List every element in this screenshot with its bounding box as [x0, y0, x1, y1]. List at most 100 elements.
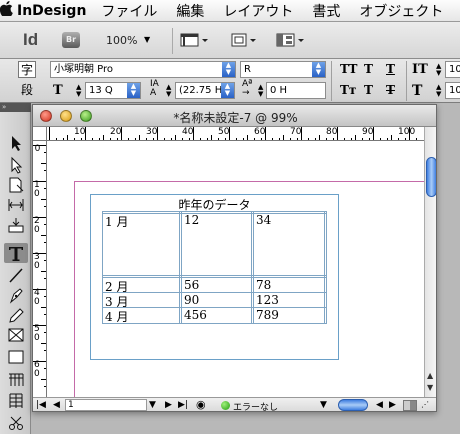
tracking-icon: Aª → — [242, 79, 253, 98]
tracking-field[interactable]: 0 H — [266, 82, 326, 99]
ruler-label: 20 — [110, 127, 122, 137]
menu-object[interactable]: オブジェクト — [359, 1, 443, 21]
page-tool[interactable] — [4, 175, 28, 195]
page-number-value: 1 — [68, 400, 74, 410]
table-cell[interactable]: 123 — [256, 293, 279, 307]
previous-page-icon[interactable]: ◀ — [53, 400, 60, 410]
vertical-scrollbar[interactable]: ▲ ▼ — [424, 127, 436, 397]
font-size-dropdown-icon[interactable]: ▲ ▼ — [127, 83, 140, 98]
open-document-icon[interactable]: ◉ — [196, 398, 206, 411]
menu-layout[interactable]: レイアウト — [223, 1, 293, 21]
bridge-button[interactable]: Br — [62, 32, 80, 48]
ruler-origin[interactable] — [33, 127, 47, 141]
next-page-icon[interactable]: ▶ — [165, 400, 172, 410]
zoom-level[interactable]: 100% — [106, 34, 137, 47]
document-title-bar[interactable]: *名称未設定-7 @ 99% — [33, 105, 436, 127]
table-caption[interactable]: 昨年のデータ — [90, 196, 339, 213]
rectangle-tool[interactable] — [4, 347, 28, 367]
pencil-tool[interactable] — [4, 305, 28, 325]
scroll-right-icon[interactable]: ▶ — [389, 400, 396, 410]
table-cell[interactable]: 4 月 — [105, 308, 128, 325]
horizontal-scale-field[interactable]: 10 — [445, 82, 460, 99]
page-number-field[interactable]: 1 — [65, 399, 147, 411]
apple-menu-icon[interactable] — [0, 1, 13, 20]
pen-tool[interactable] — [4, 285, 28, 305]
table-cell[interactable]: 456 — [184, 308, 207, 322]
vertical-scale-field[interactable]: 10 — [445, 61, 460, 78]
vertical-grid-tool[interactable] — [4, 391, 28, 411]
horizontal-grid-tool[interactable] — [4, 369, 28, 389]
pen-tool-icon — [9, 288, 23, 304]
document-status-bar: |◀ ◀ 1 ▼ ▶ ▶| ◉ エラーなし ▼ ◀ ▶ ⋰ — [33, 397, 436, 411]
rectangle-frame-tool[interactable] — [4, 325, 28, 345]
line-tool[interactable] — [4, 265, 28, 285]
horizontal-scale-stepper[interactable]: ▲ ▼ — [436, 84, 441, 98]
font-family-dropdown-icon[interactable]: ▲ ▼ — [222, 62, 235, 77]
selection-tool[interactable] — [4, 133, 28, 153]
table-cell[interactable]: 78 — [256, 278, 271, 292]
tools-panel: » — [0, 103, 31, 434]
table-cell[interactable]: 90 — [184, 293, 199, 307]
small-caps-button[interactable]: Tт — [340, 83, 356, 97]
ruler-label: 70 — [290, 127, 302, 137]
ruler-label: 100 — [398, 127, 416, 137]
strikethrough-button[interactable]: T — [386, 83, 395, 97]
gap-tool-icon — [8, 199, 24, 211]
scroll-up-icon[interactable]: ▲ — [427, 371, 433, 380]
font-size-stepper[interactable]: ▲ ▼ — [76, 84, 81, 98]
vertical-scale-stepper[interactable]: ▲ ▼ — [436, 63, 441, 77]
superscript-button[interactable]: T — [364, 62, 373, 76]
page-canvas[interactable]: 昨年のデータ 1 月 12 34 2 月 56 78 3 月 90 123 4 … — [47, 142, 424, 397]
resize-grip-icon[interactable]: ⋰ — [421, 400, 429, 409]
table-cell[interactable]: 1 月 — [105, 213, 128, 230]
type-tool[interactable] — [4, 243, 28, 263]
last-page-icon[interactable]: ▶| — [178, 400, 188, 410]
divider — [172, 28, 173, 54]
tracking-stepper[interactable]: ▲ ▼ — [258, 84, 263, 98]
zoom-dropdown-icon[interactable]: ▼ — [144, 35, 150, 44]
font-style-field[interactable]: R ▲ ▼ — [240, 61, 326, 78]
font-family-field[interactable]: 小塚明朝 Pro ▲ ▼ — [50, 61, 236, 78]
app-menu[interactable]: InDesign — [17, 3, 86, 19]
paragraph-mode-button[interactable]: 段 — [18, 82, 36, 99]
table-cell[interactable]: 12 — [184, 213, 199, 227]
panel-grip[interactable]: » — [0, 103, 31, 112]
leading-stepper[interactable]: ▲ ▼ — [166, 84, 171, 98]
scroll-down-icon[interactable]: ▼ — [427, 383, 433, 392]
character-mode-button[interactable]: 字 — [18, 61, 36, 78]
horizontal-scroll-thumb[interactable] — [338, 399, 368, 411]
content-collector-tool[interactable] — [4, 215, 28, 235]
font-size-field[interactable]: 13 Q ▲ ▼ — [85, 82, 141, 99]
view-options-icon[interactable] — [180, 31, 208, 49]
table-cell[interactable]: 34 — [256, 213, 271, 227]
ruler-label: 4 0 — [34, 288, 40, 307]
all-caps-button[interactable]: TT — [340, 62, 357, 76]
leading-dropdown-icon[interactable]: ▲ ▼ — [221, 83, 234, 98]
first-page-icon[interactable]: |◀ — [36, 400, 46, 410]
gap-tool[interactable] — [4, 195, 28, 215]
font-style-dropdown-icon[interactable]: ▲ ▼ — [312, 62, 325, 77]
menu-file[interactable]: ファイル — [101, 1, 157, 21]
tracking-value: 0 H — [270, 85, 288, 96]
preflight-menu-icon[interactable]: ▼ — [320, 400, 327, 410]
leading-icon: IA A — [150, 79, 159, 98]
horizontal-ruler[interactable]: 10 20 30 40 50 60 70 80 90 100 — [47, 127, 424, 141]
table-cell[interactable]: 56 — [184, 278, 199, 292]
table-cell[interactable]: 789 — [256, 308, 279, 322]
scroll-left-icon[interactable]: ◀ — [376, 400, 383, 410]
subscript-button[interactable]: T — [364, 83, 373, 97]
ruler-label: 1 0 — [34, 180, 40, 199]
indesign-logo: Id — [23, 30, 39, 49]
leading-field[interactable]: (22.75 H ▲ ▼ — [175, 82, 235, 99]
menu-type[interactable]: 書式 — [312, 1, 340, 21]
vertical-scroll-thumb[interactable] — [426, 157, 436, 197]
vertical-ruler[interactable]: 0 1 0 2 0 3 0 4 0 5 0 6 0 — [33, 141, 47, 397]
screen-mode-icon[interactable] — [230, 31, 256, 49]
menu-edit[interactable]: 編集 — [176, 1, 204, 21]
page-menu-icon[interactable]: ▼ — [149, 400, 156, 410]
split-view-icon[interactable] — [403, 400, 417, 411]
arrange-documents-icon[interactable] — [276, 31, 304, 49]
direct-selection-tool[interactable] — [4, 155, 28, 175]
underline-button[interactable]: T — [386, 62, 395, 76]
scissors-tool[interactable] — [4, 413, 28, 433]
